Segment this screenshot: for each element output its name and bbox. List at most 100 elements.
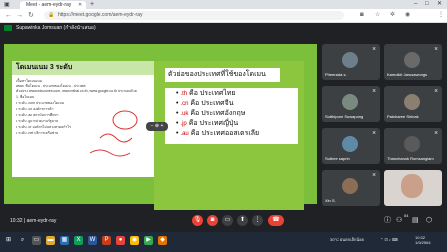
avatar	[342, 52, 358, 68]
avatar	[342, 136, 358, 152]
weather-status[interactable]: 30°C ฝนตกเล็กน้อย	[330, 237, 364, 243]
slide-list-item: • .th คือ ประเทศไทย	[176, 90, 236, 97]
meeting-time: 10:32	[10, 218, 23, 224]
close-window-icon[interactable]: ✕	[437, 0, 442, 9]
participant-tile[interactable]: Thanchanok Romsangiam ⨯	[384, 128, 442, 164]
domain-code: .uk	[180, 111, 189, 117]
avatar	[404, 94, 420, 110]
slide-left-line: • ระดับ .go หน่วยงานรัฐบาล	[16, 119, 59, 123]
participant-name: Pheerada s.	[325, 72, 347, 77]
back-icon[interactable]: ←	[5, 11, 12, 20]
system-tray-icons[interactable]: ⌃ ⊡ ♪ ⌨	[380, 237, 398, 243]
participant-name: Sutthiporn Suwapong	[325, 114, 364, 119]
lock-icon[interactable]: 🔒	[48, 11, 54, 20]
pen-annotation	[89, 110, 138, 157]
avatar	[404, 52, 420, 68]
tab-close-icon[interactable]: ✕	[78, 1, 82, 9]
slide-left-line: 1. ชื่อโดเมน	[16, 95, 35, 99]
taskview-icon[interactable]: ▭	[32, 236, 41, 245]
participant-tile[interactable]: Suthee saprin ⨯	[322, 128, 380, 164]
file-explorer-icon[interactable]: ▬	[46, 236, 55, 245]
mic-off-icon: ⨯	[434, 46, 439, 52]
self-view-tile[interactable]	[384, 170, 442, 206]
meet-logo-icon	[4, 25, 12, 31]
meeting-code: aem-eydr-ray	[26, 218, 57, 224]
info-icon[interactable]: ⓘ	[384, 216, 391, 225]
domain-code: .th	[180, 91, 188, 97]
domain-code: .cn	[180, 101, 189, 107]
slide-left-line: เนื้อหาโดเมนเนม	[16, 79, 42, 83]
presenter-label: Supawinka Jomsuan (กำลังนำเสนอ)	[16, 25, 96, 31]
chat-icon[interactable]: ▤	[412, 216, 419, 225]
slide-list-item: • .uk คือ ประเทศอังกฤษ	[176, 110, 246, 117]
captions-button[interactable]: ▭	[222, 215, 233, 226]
maximize-icon[interactable]: □	[425, 0, 429, 9]
participant-name: Thanchanok Romsangiam	[387, 156, 434, 161]
new-tab-icon[interactable]: +	[90, 0, 94, 9]
browser-menu-icon[interactable]: ⋮	[438, 11, 444, 20]
mic-off-icon: ⨯	[434, 88, 439, 94]
url-field[interactable]: https://meet.google.com/aem-eydr-ray	[44, 11, 344, 20]
excel-icon[interactable]: X	[74, 236, 83, 245]
participant-tile[interactable]: Patcharee Sirinak ⨯	[384, 86, 442, 122]
slide-left-title: โดเมนเนม 3 ระดับ	[16, 64, 73, 71]
camera-icon[interactable]: ◙	[360, 11, 364, 20]
browser-tab[interactable]: Meet - aem-eydr-ray	[20, 1, 86, 9]
word-icon[interactable]: W	[88, 236, 97, 245]
store-icon[interactable]: ▦	[60, 236, 69, 245]
chrome-icon[interactable]: ◉	[130, 236, 139, 245]
start-icon[interactable]: ⊞	[4, 236, 13, 245]
domain-code: .au	[180, 131, 189, 137]
domain-meaning: คือ ประเทศออสเตรเลีย	[190, 130, 260, 137]
meeting-info: 10:32 | aem-eydr-ray	[10, 218, 57, 224]
powerpoint-icon[interactable]: P	[102, 236, 111, 245]
slide-left-line: • ระดับ .com ประเภทของโดเมน	[16, 101, 65, 105]
participant-count: 54	[404, 213, 409, 218]
avatar	[404, 136, 420, 152]
mic-off-icon: ⨯	[372, 172, 377, 178]
slide-left-line: • ระดับ .or องค์กรไม่แสวงหาผลกำไร	[16, 125, 71, 129]
mic-button[interactable]: 🎙	[192, 215, 203, 226]
mic-off-icon: ⨯	[434, 130, 439, 136]
bookmark-icon[interactable]: ☆	[375, 11, 380, 20]
slide-left-line: • ระดับ .co องค์กรการค้า	[16, 107, 54, 111]
tab-menu-icon[interactable]: ▣	[4, 1, 10, 9]
participant-tile[interactable]: Sutthiporn Suwapong ⨯	[322, 86, 380, 122]
domain-meaning: คือ ประเทศอังกฤษ	[190, 110, 246, 117]
present-button[interactable]: ⬆	[237, 215, 248, 226]
mic-off-icon: ⨯	[372, 46, 377, 52]
profile-icon[interactable]: ◉	[405, 11, 410, 20]
participant-name: Xin S.	[325, 198, 336, 203]
activities-icon[interactable]: ⬡	[426, 216, 432, 225]
slide-left-line: • ระดับ .ac สถาบันการศึกษา	[16, 113, 59, 117]
search-icon[interactable]: ⌕	[18, 236, 27, 245]
people-icon[interactable]: ⚇	[396, 216, 402, 225]
slide-left-line: • ระดับ .net บริการเครือข่าย	[16, 131, 59, 135]
participant-tile[interactable]: Pheerada s. ⨯	[322, 44, 380, 80]
participant-name: Suthee saprin	[325, 156, 350, 161]
zoom-control[interactable]: − ⊕ +	[146, 122, 168, 131]
minimize-icon[interactable]: –	[414, 0, 417, 9]
more-options-button[interactable]: ⋮	[252, 215, 263, 226]
leave-call-button[interactable]: ☎	[268, 215, 284, 226]
participant-tile[interactable]: Xin S. ⨯	[322, 170, 380, 206]
participant-name: Patcharee Sirinak	[387, 114, 419, 119]
forward-icon[interactable]: →	[16, 11, 23, 20]
extensions-icon[interactable]: ✲	[390, 11, 395, 20]
self-video	[401, 174, 423, 198]
avatar	[342, 94, 358, 110]
domain-meaning: คือ ประเทศจีน	[190, 100, 234, 107]
camera-button[interactable]: ◙	[207, 215, 218, 226]
mic-off-icon: ⨯	[372, 88, 377, 94]
reload-icon[interactable]: ↻	[28, 11, 34, 20]
avatar	[342, 178, 358, 194]
participant-name: Kamolkit Jarusawongs	[387, 72, 428, 77]
app-icon[interactable]: ●	[116, 236, 125, 245]
slide-list-item: • .au คือ ประเทศออสเตรเลีย	[176, 130, 260, 137]
app-icon-3[interactable]: ◆	[158, 236, 167, 245]
participant-tile[interactable]: Kamolkit Jarusawongs ⨯	[384, 44, 442, 80]
slide-left-line: www. ชื่อโดเมน . ประเภทของโดเมน . ประเทศ	[16, 84, 86, 88]
app-icon-2[interactable]: ▶	[144, 236, 153, 245]
clock[interactable]: 10:32 1/9/2564	[415, 235, 431, 245]
domain-meaning: คือ ประเทศไทย	[189, 90, 236, 97]
